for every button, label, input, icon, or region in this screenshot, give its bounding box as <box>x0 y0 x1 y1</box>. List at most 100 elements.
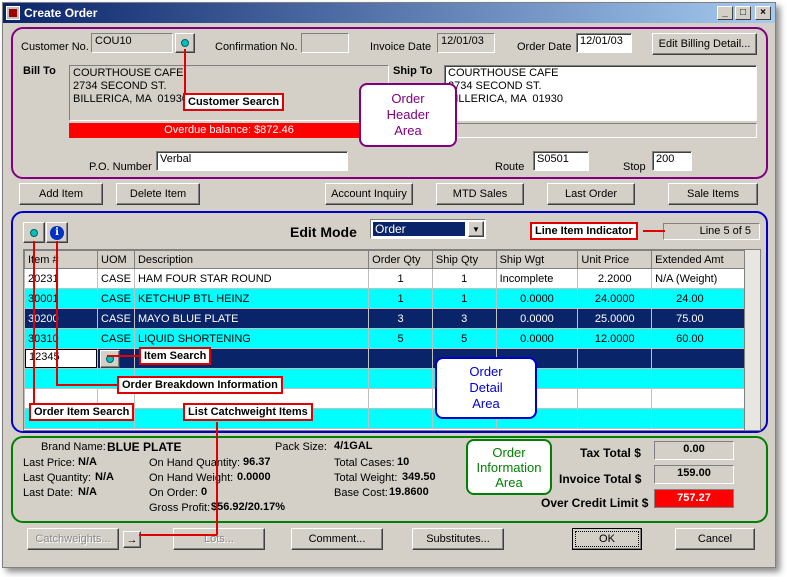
over-credit-label: Over Credit Limit $ <box>541 496 649 510</box>
description-cell: HAM FOUR STAR ROUND <box>133 268 370 289</box>
tax-total-label: Tax Total $ <box>580 446 641 460</box>
table-row-new[interactable]: 12345 <box>24 348 745 369</box>
catchweights-button[interactable]: Catchweights... <box>27 528 119 550</box>
order-item-search-button[interactable] <box>23 222 45 243</box>
delete-item-button[interactable]: Delete Item <box>116 183 200 205</box>
arrow-right-icon: → <box>126 533 138 546</box>
on-hand-qty-value: 96.37 <box>243 456 271 468</box>
cancel-button[interactable]: Cancel <box>675 528 755 550</box>
edit-mode-label: Edit Mode <box>290 224 357 240</box>
uom-cell: CASE <box>97 328 135 349</box>
col-order-qty[interactable]: Order Qty <box>368 250 433 269</box>
comment-button[interactable]: Comment... <box>291 528 383 550</box>
item-no-cell: 30200 <box>24 308 98 329</box>
last-order-button[interactable]: Last Order <box>547 183 635 205</box>
ship-qty-cell: 1 <box>431 288 497 309</box>
table-row[interactable]: 30310 CASE LIQUID SHORTENING 5 5 0.0000 … <box>24 328 745 349</box>
ship-to-field[interactable]: COURTHOUSE CAFE 2734 SECOND ST. BILLERIC… <box>444 65 757 121</box>
total-cases-value: 10 <box>397 456 410 468</box>
customer-no-field[interactable]: COU10 <box>91 33 173 53</box>
close-icon[interactable]: × <box>755 6 771 20</box>
table-row[interactable]: 20231 CASE HAM FOUR STAR ROUND 1 1 Incom… <box>24 268 745 289</box>
over-credit-value: 757.27 <box>654 489 734 508</box>
new-item-input[interactable]: 12345 <box>25 349 97 368</box>
col-unit-price[interactable]: Unit Price <box>577 250 653 269</box>
ship-to-status-bar <box>444 123 757 138</box>
order-date-label: Order Date <box>517 41 572 53</box>
col-ship-qty[interactable]: Ship Qty <box>431 250 497 269</box>
stop-field[interactable]: 200 <box>652 151 692 171</box>
callout-connector <box>643 230 665 232</box>
order-date-field[interactable]: 12/01/03 <box>576 33 632 53</box>
lots-button[interactable]: Lots... <box>173 528 265 550</box>
customer-no-label: Customer No. <box>21 41 89 53</box>
route-field[interactable]: S0501 <box>533 151 589 171</box>
invoice-date-field: 12/01/03 <box>437 33 495 53</box>
last-quantity-value: N/A <box>95 471 114 483</box>
ship-qty-cell: 1 <box>431 268 497 289</box>
order-information-area-label: Order Information Area <box>466 439 552 495</box>
order-item-search-callout: Order Item Search <box>29 403 135 421</box>
ship-to-label: Ship To <box>393 65 433 77</box>
new-item-cell[interactable]: 12345 <box>24 348 98 369</box>
brand-name-label: Brand Name: <box>41 441 106 453</box>
app-icon <box>6 6 20 20</box>
order-breakdown-info-button[interactable]: i <box>46 222 68 243</box>
col-extended-amt[interactable]: Extended Amt <box>651 250 745 269</box>
minimize-icon[interactable]: _ <box>717 6 733 20</box>
order-detail-area-label: Order Detail Area <box>435 357 537 419</box>
mtd-sales-button[interactable]: MTD Sales <box>436 183 524 205</box>
order-qty-cell: 5 <box>368 328 433 349</box>
col-uom[interactable]: UOM <box>97 250 135 269</box>
table-row-selected[interactable]: 30200 CASE MAYO BLUE PLATE 3 3 0.0000 25… <box>24 308 745 329</box>
ship-qty-cell: 5 <box>431 328 497 349</box>
last-date-label: Last Date: <box>23 487 74 499</box>
edit-billing-detail-button[interactable]: Edit Billing Detail... <box>652 33 757 55</box>
po-number-field[interactable]: Verbal <box>156 151 348 171</box>
account-inquiry-button[interactable]: Account Inquiry <box>325 183 413 205</box>
chevron-down-icon[interactable]: ▼ <box>468 221 484 237</box>
table-row[interactable]: 30001 CASE KETCHUP BTL HEINZ 1 1 0.0000 … <box>24 288 745 309</box>
col-description[interactable]: Description <box>133 250 370 269</box>
tax-total-value: 0.00 <box>654 441 734 460</box>
window-title: Create Order <box>24 6 98 20</box>
invoice-date-label: Invoice Date <box>370 41 432 53</box>
ok-button[interactable]: OK <box>572 528 642 550</box>
substitutes-button[interactable]: Substitutes... <box>412 528 504 550</box>
col-item-no[interactable]: Item # <box>24 250 98 269</box>
ship-wgt-cell: 0.0000 <box>495 328 579 349</box>
create-order-window: Create Order _ □ × Customer No. COU10 Co… <box>2 2 776 568</box>
maximize-icon[interactable]: □ <box>735 6 751 20</box>
order-header-area-label: Order Header Area <box>359 83 457 147</box>
edit-mode-select[interactable]: Order ▼ <box>370 219 486 239</box>
description-cell: KETCHUP BTL HEINZ <box>133 288 370 309</box>
table-header-row: Item # UOM Description Order Qty Ship Qt… <box>24 250 745 269</box>
pack-size-label: Pack Size: <box>275 441 327 453</box>
ship-wgt-cell: 0.0000 <box>495 308 579 329</box>
route-label: Route <box>495 161 525 173</box>
on-order-value: 0 <box>201 486 208 498</box>
bill-to-label: Bill To <box>23 65 56 77</box>
add-item-button[interactable]: Add Item <box>19 183 103 205</box>
invoice-total-value: 159.00 <box>654 465 734 484</box>
order-qty-cell: 1 <box>368 288 433 309</box>
item-search-callout: Item Search <box>139 347 212 365</box>
vertical-scrollbar[interactable] <box>744 250 760 430</box>
callout-connector <box>107 355 141 357</box>
callout-connector <box>139 534 217 536</box>
col-ship-wgt[interactable]: Ship Wgt <box>495 250 579 269</box>
line-indicator: Line 5 of 5 <box>663 223 760 240</box>
item-no-cell: 30001 <box>24 288 98 309</box>
search-icon <box>30 228 38 237</box>
item-search-button[interactable] <box>100 349 120 368</box>
extended-amt-cell: N/A (Weight) <box>651 268 745 289</box>
order-breakdown-callout: Order Breakdown Information <box>117 376 283 394</box>
base-cost-label: Base Cost: <box>334 487 388 499</box>
description-cell: LIQUID SHORTENING <box>133 328 370 349</box>
unit-price-cell: 12.0000 <box>577 328 653 349</box>
confirmation-no-field[interactable] <box>301 33 349 53</box>
overdue-balance-text: Overdue balance: $872.46 <box>164 124 294 136</box>
sale-items-button[interactable]: Sale Items <box>668 183 758 205</box>
overdue-balance-bar: Overdue balance: $872.46 <box>69 123 389 138</box>
order-qty-cell: 1 <box>368 268 433 289</box>
